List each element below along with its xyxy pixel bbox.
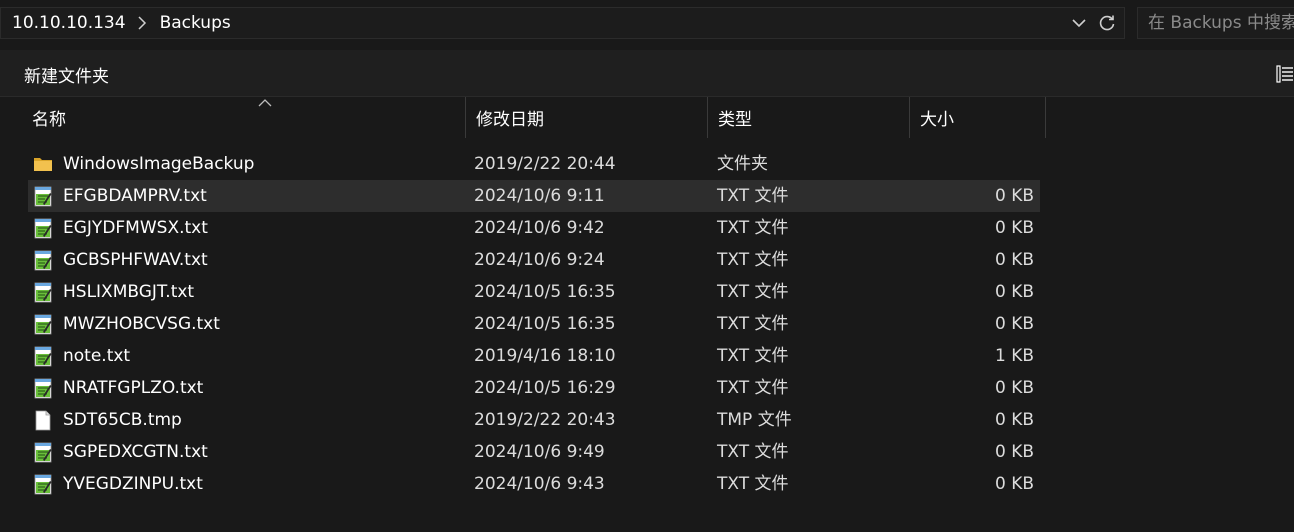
file-row[interactable]: YVEGDZINPU.txt 2024/10/6 9:43 TXT 文件 0 KB: [28, 468, 1040, 500]
column-header-size[interactable]: 大小: [910, 97, 1046, 138]
file-type: TXT 文件: [717, 186, 789, 206]
column-header-name-label: 名称: [32, 110, 66, 130]
file-size: 0 KB: [994, 442, 1034, 462]
address-bar[interactable]: 10.10.10.134 Backups: [0, 7, 1125, 39]
file-type: TXT 文件: [717, 282, 789, 302]
file-name: SGPEDXCGTN.txt: [63, 442, 208, 462]
file-size: 0 KB: [994, 282, 1034, 302]
blank-file-icon: [32, 409, 54, 431]
file-row[interactable]: SGPEDXCGTN.txt 2024/10/6 9:49 TXT 文件 0 KB: [28, 436, 1040, 468]
file-date: 2024/10/5 16:35: [474, 282, 616, 302]
file-list-pane: 名称 修改日期 类型 大小 WindowsImageBackup 2019/2/2…: [0, 97, 1294, 532]
file-row[interactable]: SDT65CB.tmp 2019/2/22 20:43 TMP 文件 0 KB: [28, 404, 1040, 436]
file-name: note.txt: [63, 346, 131, 366]
column-header-type[interactable]: 类型: [708, 97, 910, 138]
file-size: 1 KB: [994, 346, 1034, 366]
file-date: 2019/2/22 20:43: [474, 410, 616, 430]
file-name: EGJYDFMWSX.txt: [63, 218, 208, 238]
file-date: 2024/10/6 9:43: [474, 474, 605, 494]
breadcrumb-root[interactable]: 10.10.10.134: [12, 13, 126, 33]
file-name: NRATFGPLZO.txt: [63, 378, 204, 398]
txt-file-icon: [32, 217, 54, 239]
details-view-icon[interactable]: [1276, 64, 1294, 84]
file-type: TXT 文件: [717, 442, 789, 462]
file-name: GCBSPHFWAV.txt: [63, 250, 208, 270]
file-size: 0 KB: [994, 186, 1034, 206]
command-bar: 新建文件夹: [0, 50, 1294, 97]
file-size: 0 KB: [994, 474, 1034, 494]
file-size: 0 KB: [994, 410, 1034, 430]
chevron-down-icon[interactable]: [1071, 15, 1087, 31]
file-list: WindowsImageBackup 2019/2/22 20:44 文件夹 EFGB…: [28, 148, 1040, 500]
column-header-date[interactable]: 修改日期: [466, 97, 708, 138]
address-row: 10.10.10.134 Backups: [0, 0, 1294, 48]
txt-file-icon: [32, 249, 54, 271]
file-date: 2019/2/22 20:44: [474, 154, 616, 174]
file-type: TXT 文件: [717, 218, 789, 238]
file-date: 2019/4/16 18:10: [474, 346, 616, 366]
file-date: 2024/10/6 9:24: [474, 250, 605, 270]
file-size: 0 KB: [994, 378, 1034, 398]
txt-file-icon: [32, 313, 54, 335]
file-type: TXT 文件: [717, 378, 789, 398]
file-row[interactable]: NRATFGPLZO.txt 2024/10/5 16:29 TXT 文件 0 KB: [28, 372, 1040, 404]
file-row[interactable]: note.txt 2019/4/16 18:10 TXT 文件 1 KB: [28, 340, 1040, 372]
file-row[interactable]: GCBSPHFWAV.txt 2024/10/6 9:24 TXT 文件 0 KB: [28, 244, 1040, 276]
file-name: HSLIXMBGJT.txt: [63, 282, 195, 302]
txt-file-icon: [32, 281, 54, 303]
txt-file-icon: [32, 185, 54, 207]
file-explorer-window: 10.10.10.134 Backups 新建文件夹: [0, 0, 1294, 532]
file-name: WindowsImageBackup: [63, 154, 255, 174]
file-name: EFGBDAMPRV.txt: [63, 186, 207, 206]
file-name: YVEGDZINPU.txt: [63, 474, 203, 494]
file-type: TXT 文件: [717, 250, 789, 270]
file-date: 2024/10/5 16:29: [474, 378, 616, 398]
file-row[interactable]: EFGBDAMPRV.txt 2024/10/6 9:11 TXT 文件 0 KB: [28, 180, 1040, 212]
file-size: 0 KB: [994, 218, 1034, 238]
column-header-size-label: 大小: [920, 110, 954, 130]
refresh-icon[interactable]: [1096, 12, 1118, 34]
file-name: MWZHOBCVSG.txt: [63, 314, 220, 334]
txt-file-icon: [32, 441, 54, 463]
file-row[interactable]: EGJYDFMWSX.txt 2024/10/6 9:42 TXT 文件 0 KB: [28, 212, 1040, 244]
file-row[interactable]: MWZHOBCVSG.txt 2024/10/5 16:35 TXT 文件 0 KB: [28, 308, 1040, 340]
search-input[interactable]: [1148, 13, 1294, 33]
file-date: 2024/10/6 9:49: [474, 442, 605, 462]
breadcrumb-current[interactable]: Backups: [160, 13, 231, 33]
file-name: SDT65CB.tmp: [63, 410, 182, 430]
column-header-type-label: 类型: [718, 110, 752, 130]
txt-file-icon: [32, 377, 54, 399]
file-date: 2024/10/6 9:42: [474, 218, 605, 238]
file-type: TXT 文件: [717, 474, 789, 494]
file-type: TMP 文件: [717, 410, 792, 430]
folder-icon: [32, 153, 54, 175]
new-folder-button[interactable]: 新建文件夹: [14, 58, 119, 90]
file-date: 2024/10/6 9:11: [474, 186, 605, 206]
column-header-row: 名称 修改日期 类型 大小: [22, 97, 1046, 138]
file-type: TXT 文件: [717, 346, 789, 366]
search-box[interactable]: [1137, 7, 1294, 39]
txt-file-icon: [32, 473, 54, 495]
txt-file-icon: [32, 345, 54, 367]
file-row[interactable]: HSLIXMBGJT.txt 2024/10/5 16:35 TXT 文件 0 KB: [28, 276, 1040, 308]
file-row[interactable]: WindowsImageBackup 2019/2/22 20:44 文件夹: [28, 148, 1040, 180]
file-size: 0 KB: [994, 250, 1034, 270]
file-size: 0 KB: [994, 314, 1034, 334]
file-date: 2024/10/5 16:35: [474, 314, 616, 334]
column-header-date-label: 修改日期: [476, 110, 544, 130]
chevron-right-icon[interactable]: [134, 15, 150, 31]
column-header-name[interactable]: 名称: [22, 97, 466, 138]
file-type: 文件夹: [717, 154, 768, 174]
file-type: TXT 文件: [717, 314, 789, 334]
